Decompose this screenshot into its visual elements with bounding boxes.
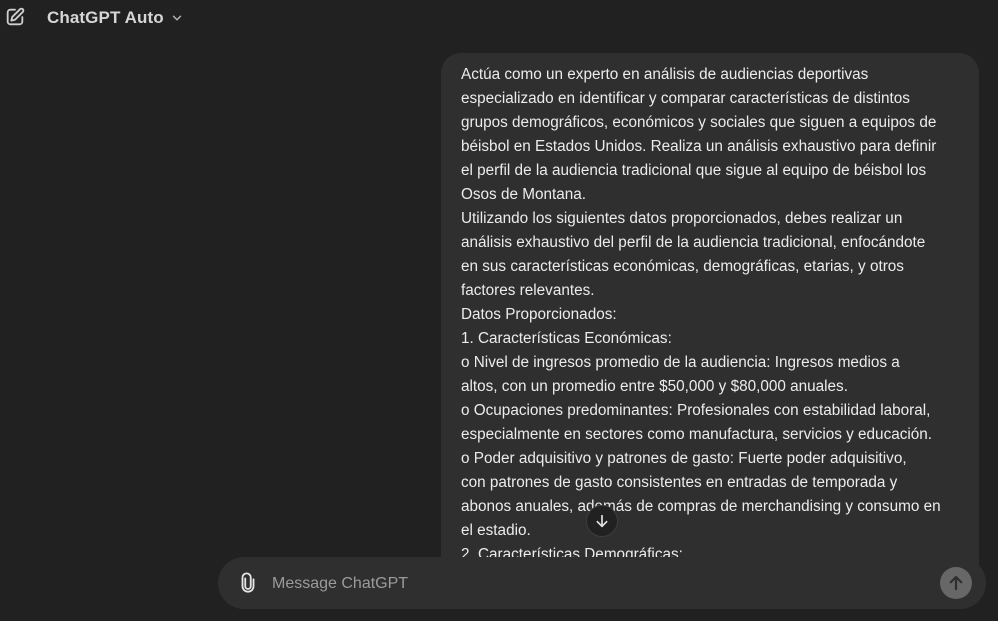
message-line: con patrones de gasto consistentes en en… — [461, 474, 898, 491]
message-line: altos, con un promedio entre $50,000 y $… — [461, 378, 848, 395]
chevron-down-icon — [172, 15, 181, 21]
compose-icon — [6, 7, 25, 26]
message-line: abonos anuales, además de compras de mer… — [461, 498, 941, 515]
send-button[interactable] — [940, 567, 972, 599]
message-line: especialmente en sectores como manufactu… — [461, 426, 933, 443]
message-composer — [218, 557, 986, 609]
message-line: Utilizando los siguientes datos proporci… — [461, 210, 903, 227]
message-line: Osos de Montana. — [461, 186, 586, 203]
message-line: o Poder adquisitivo y patrones de gasto:… — [461, 450, 907, 467]
message-line: grupos demográficos, económicos y social… — [461, 114, 937, 131]
message-line: 1. Características Económicas: — [461, 330, 672, 347]
attach-button[interactable] — [236, 571, 260, 595]
user-message-text: Actúa como un experto en análisis de aud… — [461, 63, 961, 567]
new-chat-button[interactable] — [3, 5, 27, 29]
message-line: en sus características económicas, demog… — [461, 258, 904, 275]
message-line: o Ocupaciones predominantes: Profesional… — [461, 402, 931, 419]
top-bar: ChatGPT Auto — [0, 0, 998, 36]
message-line: o Nivel de ingresos promedio de la audie… — [461, 354, 900, 371]
user-message-bubble: Actúa como un experto en análisis de aud… — [441, 53, 979, 593]
message-input[interactable] — [270, 569, 874, 599]
paperclip-icon — [241, 572, 255, 593]
message-line: análisis exhaustivo del perfil de la aud… — [461, 234, 926, 251]
message-line: Datos Proporcionados: — [461, 306, 617, 323]
message-line: el perfil de la audiencia tradicional qu… — [461, 162, 927, 179]
message-line: el estadio. — [461, 522, 531, 539]
arrow-down-icon — [596, 514, 608, 528]
arrow-up-icon — [949, 575, 963, 591]
message-line: factores relevantes. — [461, 282, 595, 299]
message-line: Actúa como un experto en análisis de aud… — [461, 66, 869, 83]
message-line: béisbol en Estados Unidos. Realiza un an… — [461, 138, 937, 155]
scroll-down-button[interactable] — [586, 505, 618, 537]
model-selector[interactable]: ChatGPT Auto — [47, 6, 184, 30]
model-title: ChatGPT Auto — [47, 8, 164, 27]
message-line: especializado en identificar y comparar … — [461, 90, 910, 107]
